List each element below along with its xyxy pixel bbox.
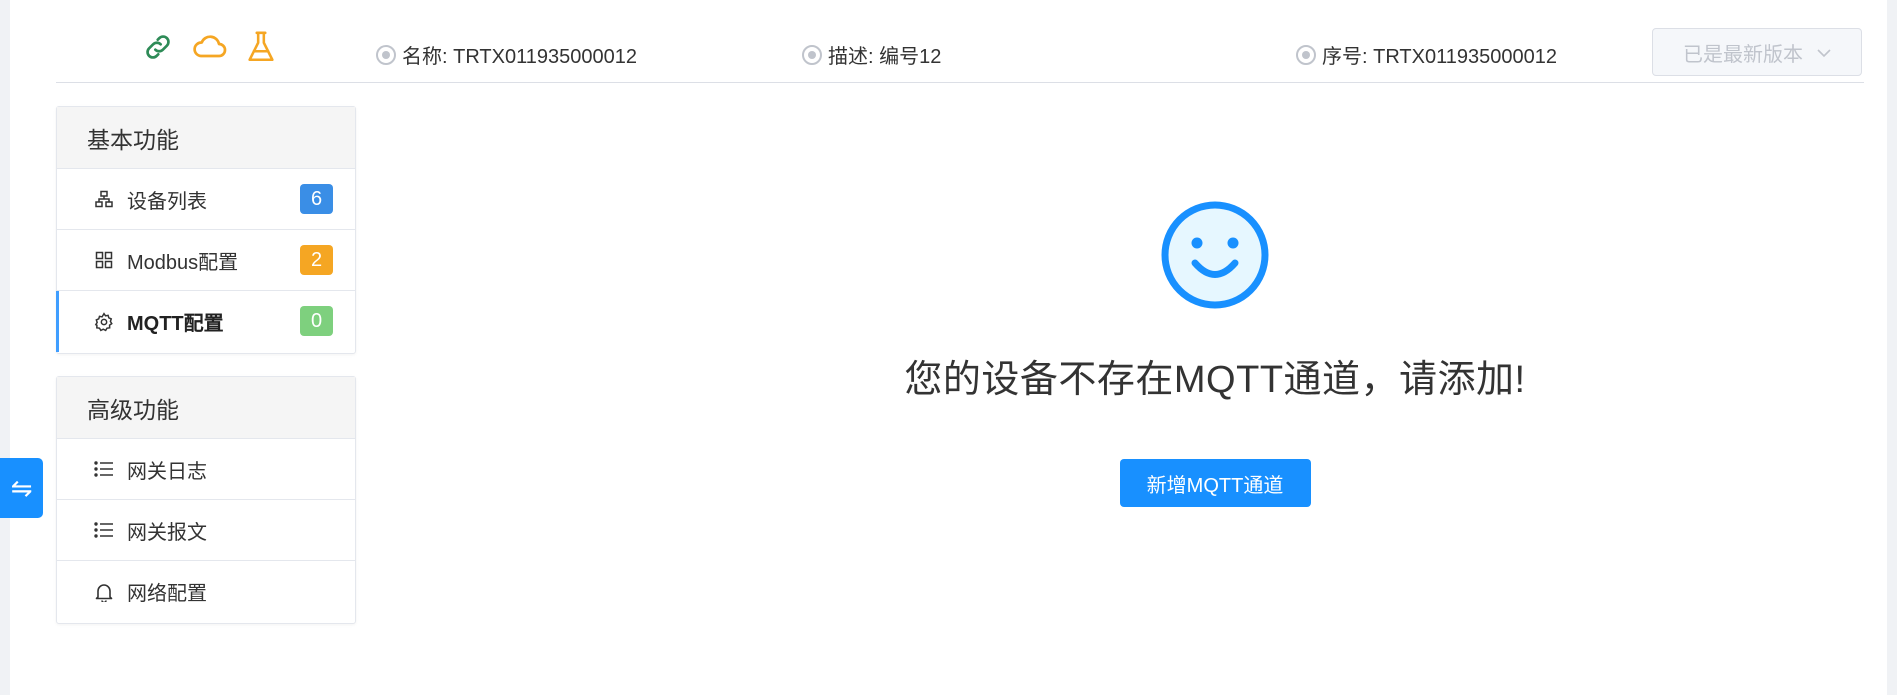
count-badge: 0 bbox=[300, 306, 333, 336]
radio-icon bbox=[376, 44, 396, 65]
sidebar-item-label: MQTT配置 bbox=[127, 313, 224, 335]
device-serial-text: 序号: TRTX011935000012 bbox=[1322, 46, 1557, 68]
sidebar-item-mqtt-config[interactable]: MQTT配置 0 bbox=[56, 291, 355, 352]
version-button-label: 已是最新版本 bbox=[1683, 43, 1803, 66]
count-badge: 2 bbox=[300, 245, 333, 275]
smile-icon bbox=[710, 200, 1720, 310]
bell-icon bbox=[93, 581, 115, 603]
device-name-text: 名称: TRTX011935000012 bbox=[402, 46, 637, 68]
sidebar-item-label: 网关报文 bbox=[127, 521, 207, 544]
list-icon bbox=[93, 458, 115, 480]
collapse-toggle-button[interactable]: ⇋ bbox=[0, 458, 43, 518]
version-button[interactable]: 已是最新版本 bbox=[1652, 28, 1862, 76]
sidebar-item-label: Modbus配置 bbox=[127, 251, 239, 274]
sidebar-item-device-list[interactable]: 设备列表 6 bbox=[57, 169, 355, 230]
grid-icon bbox=[93, 249, 115, 271]
panel-title: 基本功能 bbox=[57, 107, 355, 169]
sidebar-item-label: 网关日志 bbox=[127, 460, 207, 483]
empty-state: 您的设备不存在MQTT通道，请添加! 新增MQTT通道 bbox=[710, 200, 1720, 507]
empty-message: 您的设备不存在MQTT通道，请添加! bbox=[904, 359, 1526, 401]
device-header: 名称: TRTX011935000012 描述: 编号12 序号: TRTX01… bbox=[56, 0, 1864, 83]
sidebar-item-label: 网络配置 bbox=[127, 583, 207, 605]
device-description-text: 描述: 编号12 bbox=[828, 46, 942, 68]
page: 名称: TRTX011935000012 描述: 编号12 序号: TRTX01… bbox=[10, 0, 1887, 695]
count-badge: 6 bbox=[300, 184, 333, 214]
cloud-icon[interactable] bbox=[192, 32, 228, 62]
radio-icon bbox=[802, 44, 822, 65]
sidebar-item-modbus-config[interactable]: Modbus配置 2 bbox=[57, 230, 355, 291]
sidebar-item-network-config[interactable]: 网络配置 bbox=[57, 561, 355, 622]
gear-icon bbox=[93, 311, 115, 333]
swap-icon: ⇋ bbox=[10, 472, 33, 503]
flask-icon[interactable] bbox=[246, 30, 276, 64]
sitemap-icon bbox=[93, 188, 115, 210]
device-serial: 序号: TRTX011935000012 bbox=[1296, 40, 1557, 69]
device-name: 名称: TRTX011935000012 bbox=[376, 40, 637, 69]
advanced-functions-panel: 高级功能 网关日志 网关报文 网络配置 bbox=[56, 376, 356, 624]
radio-icon bbox=[1296, 44, 1316, 65]
chevron-down-icon bbox=[1817, 41, 1831, 64]
sidebar-item-gateway-messages[interactable]: 网关报文 bbox=[57, 500, 355, 561]
status-icons bbox=[142, 30, 276, 64]
sidebar-item-label: 设备列表 bbox=[127, 190, 207, 213]
basic-functions-panel: 基本功能 设备列表 6 Modbus配置 2 MQTT配置 0 bbox=[56, 106, 356, 354]
link-icon[interactable] bbox=[142, 31, 174, 63]
list-icon bbox=[93, 519, 115, 541]
panel-title: 高级功能 bbox=[57, 377, 355, 439]
add-mqtt-channel-button[interactable]: 新增MQTT通道 bbox=[1119, 459, 1311, 507]
device-description: 描述: 编号12 bbox=[802, 40, 941, 69]
sidebar-item-gateway-log[interactable]: 网关日志 bbox=[57, 439, 355, 500]
